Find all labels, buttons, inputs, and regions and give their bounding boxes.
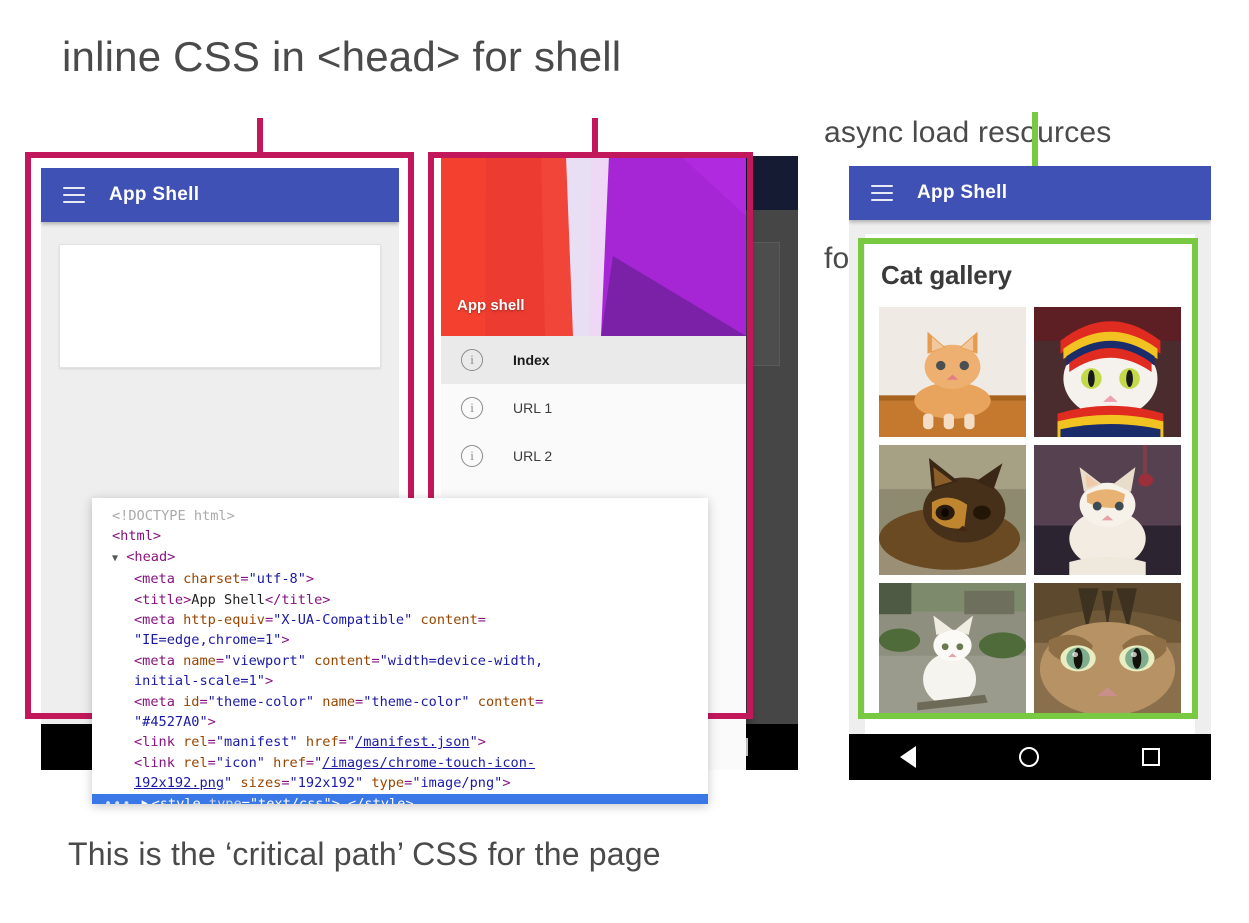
gallery-image-tabby-cat-face[interactable] <box>1034 583 1181 713</box>
icon-sizes-value: "192x192" <box>290 775 364 791</box>
code-line-head-open[interactable]: ▼ <head> <box>92 547 708 569</box>
gallery-image-fluffy-white-kitten[interactable] <box>1034 445 1181 575</box>
http-equiv-value: "X-UA-Compatible" <box>273 612 412 628</box>
appbar-title: App Shell <box>109 184 199 206</box>
info-icon: i <box>461 349 483 371</box>
icon-href-link-part1[interactable]: /images/chrome-touch-icon- <box>322 755 535 771</box>
drawer-item-label: URL 2 <box>513 448 552 464</box>
theme-id-value: "theme-color" <box>208 694 314 710</box>
code-line-link-icon: <link rel="icon" href="/images/chrome-to… <box>92 753 708 794</box>
chevron-right-icon[interactable]: ▶ <box>142 794 152 804</box>
gallery-image-white-cat-outdoors[interactable] <box>879 583 1026 713</box>
appbar: App Shell <box>41 168 399 222</box>
gallery-title: Cat gallery <box>881 260 1181 291</box>
gallery-card: Cat gallery <box>865 234 1195 780</box>
recents-square-icon[interactable] <box>1142 748 1160 766</box>
viewport-content-b: initial-scale=1" <box>134 673 265 689</box>
info-icon: i <box>461 397 483 419</box>
code-line-meta-http-equiv: <meta http-equiv="X-UA-Compatible" conte… <box>92 610 708 651</box>
drawer-item-url-1[interactable]: i URL 1 <box>441 384 746 432</box>
viewport-content-a: "width=device-width, <box>380 653 544 669</box>
code-line-html-open: <html> <box>92 526 708 546</box>
android-nav-bar <box>849 734 1211 780</box>
gallery-body: Cat gallery <box>849 220 1211 780</box>
pink-connector-line-right <box>592 118 598 156</box>
html-tag-token: <html> <box>112 528 161 544</box>
right-caption-line-1: async load resources <box>824 112 1167 154</box>
icon-rel-value: "icon" <box>216 755 265 771</box>
placeholder-card <box>59 244 381 368</box>
appbar-title: App Shell <box>917 182 1007 204</box>
hamburger-icon[interactable] <box>871 185 893 201</box>
chevron-down-icon[interactable]: ▼ <box>112 553 118 564</box>
charset-value: "utf-8" <box>249 571 306 587</box>
drawer-item-index[interactable]: i Index <box>441 336 746 384</box>
overflow-dots-icon[interactable]: ••• <box>92 794 142 804</box>
style-ellipsis: … <box>340 794 348 804</box>
info-icon: i <box>461 445 483 467</box>
appbar: App Shell <box>849 166 1211 220</box>
left-annotation-caption: inline CSS in <head> for shell <box>62 30 621 84</box>
hamburger-icon[interactable] <box>63 187 85 203</box>
icon-href-link-part2[interactable]: 192x192.png <box>134 775 224 791</box>
manifest-rel-value: "manifest" <box>216 734 298 750</box>
gallery-image-tortoiseshell-cat[interactable] <box>879 445 1026 575</box>
code-line-meta-theme-color: <meta id="theme-color" name="theme-color… <box>92 692 708 733</box>
code-line-meta-viewport: <meta name="viewport" content="width=dev… <box>92 651 708 692</box>
theme-name-value: "theme-color" <box>363 694 469 710</box>
bottom-annotation-caption: This is the ‘critical path’ CSS for the … <box>68 832 661 876</box>
code-line-title: <title>App Shell</title> <box>92 590 708 610</box>
code-line-meta-charset: <meta charset="utf-8"> <box>92 569 708 589</box>
drawer-header-image: App shell <box>441 156 746 336</box>
head-tag-token: <head> <box>126 549 175 565</box>
devtools-elements-panel[interactable]: <!DOCTYPE html> <html> ▼ <head> <meta ch… <box>92 498 708 804</box>
pink-connector-line-left <box>257 118 263 156</box>
code-line-link-manifest: <link rel="manifest" href="/manifest.jso… <box>92 732 708 752</box>
style-type-value: "text/css" <box>250 794 332 804</box>
code-line-doctype: <!DOCTYPE html> <box>92 506 708 526</box>
title-text: App Shell <box>191 592 265 608</box>
drawer-item-url-2[interactable]: i URL 2 <box>441 432 746 480</box>
drawer-item-label: Index <box>513 352 550 368</box>
gallery-image-orange-kitten[interactable] <box>879 307 1026 437</box>
gallery-grid <box>879 307 1181 713</box>
back-triangle-icon[interactable] <box>900 746 916 768</box>
manifest-href-link[interactable]: /manifest.json <box>355 734 470 750</box>
phone-mockup-cat-gallery: App Shell Cat gallery <box>849 166 1211 780</box>
drawer-item-label: URL 1 <box>513 400 552 416</box>
drawer-header-label: App shell <box>457 297 525 314</box>
home-circle-icon[interactable] <box>1019 747 1039 767</box>
slide-canvas: inline CSS in <head> for shell async loa… <box>0 0 1249 923</box>
code-line-style-selected[interactable]: •••▶<style type="text/css">…</style> <box>92 794 708 804</box>
viewport-name-value: "viewport" <box>224 653 306 669</box>
icon-type-value: "image/png" <box>412 775 502 791</box>
gallery-image-cat-in-hat[interactable] <box>1034 307 1181 437</box>
doctype-token: <!DOCTYPE html> <box>112 508 235 524</box>
content-ie-value: "IE=edge,chrome=1" <box>134 632 281 648</box>
theme-content-value: "#4527A0" <box>134 714 208 730</box>
